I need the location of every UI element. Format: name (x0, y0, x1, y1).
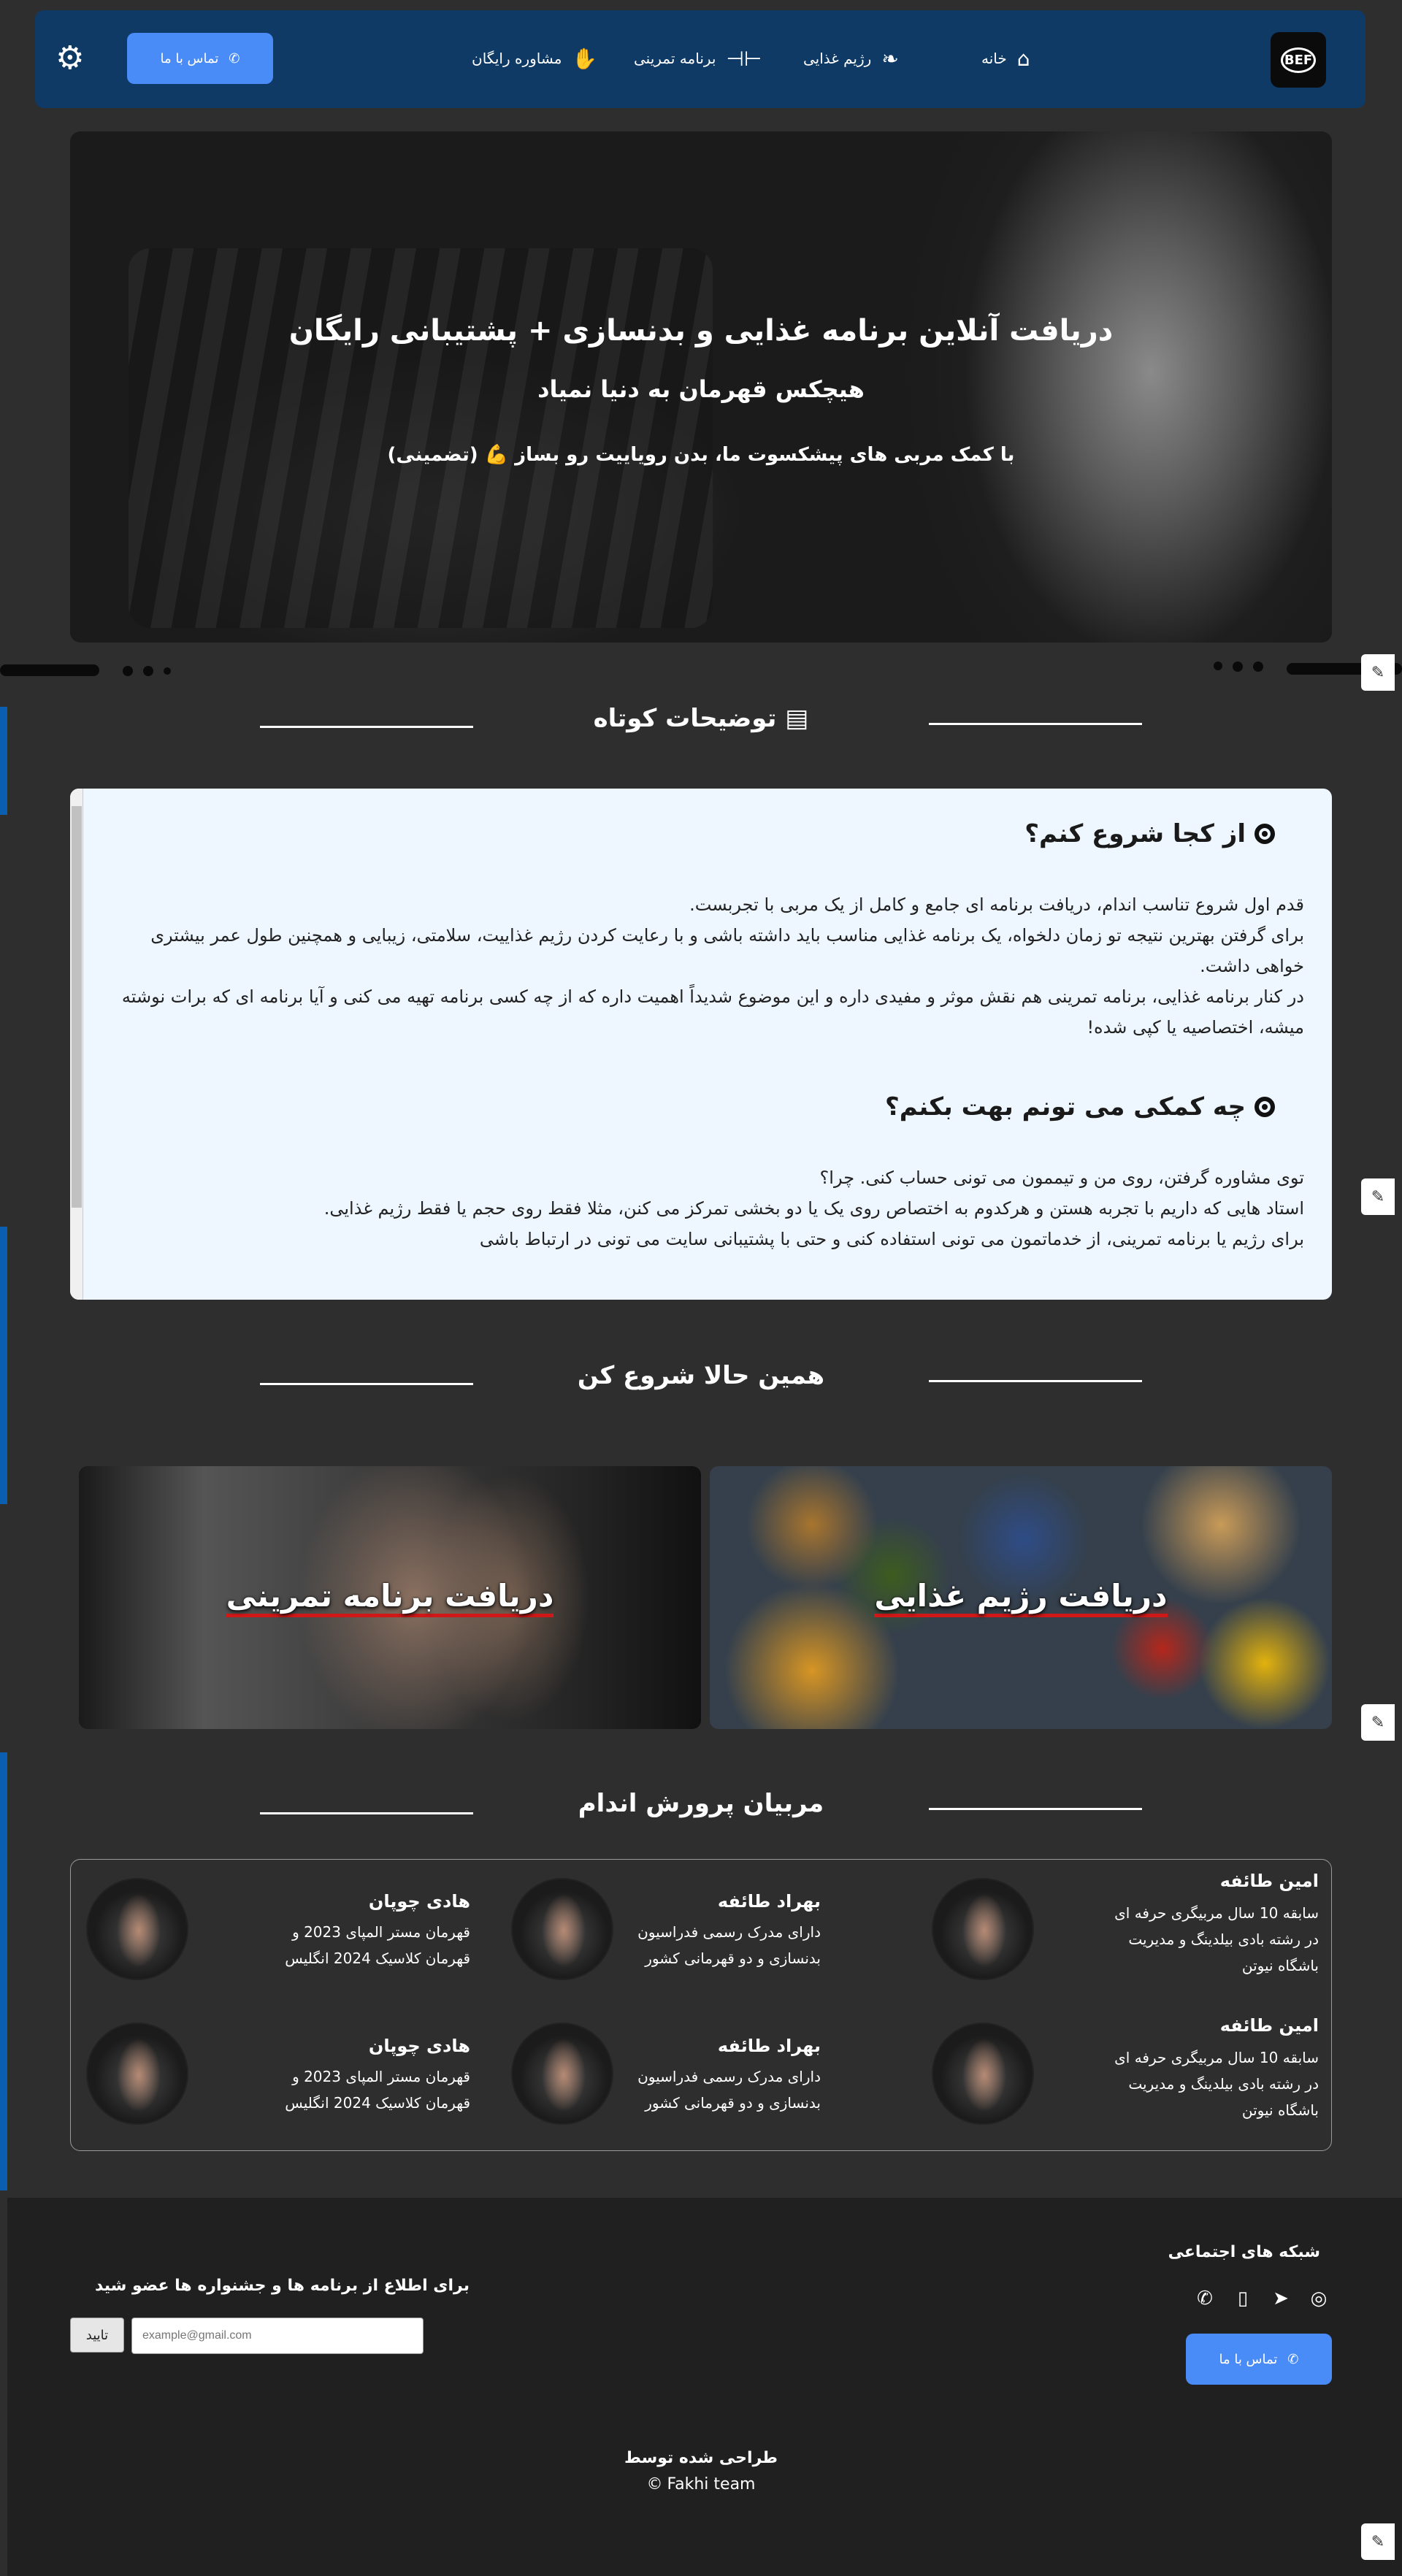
slider-progress-left (0, 664, 99, 676)
diet-plan-card[interactable]: دریافت رژیم غذایی (710, 1466, 1332, 1729)
leaf-icon: ❧ (881, 46, 899, 71)
question-2-title: چه کمکی می تونم بهت بکنم؟ (885, 1092, 1275, 1122)
telegram-icon[interactable]: ➤ (1268, 2285, 1294, 2312)
question-2-body: توی مشاوره گرفتن، روی من و تیممون می تون… (99, 1162, 1304, 1254)
workout-plan-label: دریافت برنامه تمرینی (226, 1578, 554, 1617)
question-1-body: قدم اول شروع تناسب اندام، دریافت برنامه … (99, 889, 1304, 1043)
phone-icon: ✆ (1287, 2351, 1299, 2367)
dumbbell-icon: ⊣⊢ (726, 46, 762, 71)
designed-by: طراحی شده توسط (624, 2449, 778, 2467)
scrollbar-thumb[interactable] (72, 806, 82, 1208)
home-icon: ⌂ (1016, 46, 1030, 71)
slider-dot[interactable] (1214, 662, 1222, 670)
scrollbar[interactable] (70, 789, 83, 1300)
whatsapp-icon[interactable]: ✆ (1192, 2285, 1218, 2312)
side-tool-icon[interactable]: ✎ (1361, 1178, 1395, 1215)
trainer-avatar (932, 1878, 1034, 1980)
edge-accent (0, 707, 7, 815)
start-section-title: همین حالا شروع کن (577, 1361, 825, 1390)
hero-tagline: با کمک مربی های پیشکسوت ما، بدن رویاییت … (387, 444, 1015, 466)
hero-dumbbell-rack (129, 248, 713, 628)
phone-icon: ✆ (229, 50, 240, 66)
slider-dot[interactable] (1253, 662, 1263, 672)
paragraph: توی مشاوره گرفتن، روی من و تیممون می تون… (819, 1168, 1304, 1188)
slider-dot[interactable] (143, 666, 153, 676)
trainer-description: قهرمان مستر المپای 2023 و قهرمان کلاسیک … (285, 1923, 470, 1967)
question-2-text: چه کمکی می تونم بهت بکنم؟ (884, 1092, 1246, 1122)
newsletter-title: برای اطلاع از برنامه ها و جشنواره ها عضو… (95, 2277, 470, 2295)
workout-plan-card[interactable]: دریافت برنامه تمرینی (79, 1466, 701, 1729)
summary-section-title: ▤ توضیحات کوتاه (0, 704, 1402, 733)
question-1-text: از کجا شروع کنم؟ (1024, 819, 1246, 848)
instagram-icon[interactable]: ◎ (1306, 2285, 1332, 2312)
diet-plan-label: دریافت رژیم غذایی (874, 1578, 1168, 1617)
handshake-icon: ✋ (572, 46, 598, 71)
trainer-description: قهرمان مستر المپای 2023 و قهرمان کلاسیک … (285, 2068, 470, 2112)
social-title: شبکه های اجتماعی (1168, 2243, 1320, 2261)
newspaper-icon: ▤ (785, 704, 809, 733)
slider-dot[interactable] (123, 666, 133, 676)
trainer-description: سابقه 10 سال مربیگری حرفه ای در رشته باد… (1114, 1904, 1319, 1974)
trainer-name: هادی چوپان (368, 2036, 470, 2056)
trainer-avatar (932, 2023, 1034, 2125)
credit: © Fakhi team (0, 2475, 1402, 2493)
nav-item-workout[interactable]: ⊣⊢ برنامه تمرینی (634, 44, 762, 73)
phone-icon[interactable]: ▯ (1230, 2285, 1256, 2312)
submit-button[interactable]: تایید (70, 2318, 124, 2353)
trainer-name: بهراد طائفه (717, 1891, 821, 1912)
trainer-avatar (86, 1878, 188, 1980)
social-icons: ◎ ➤ ▯ ✆ (1192, 2285, 1332, 2312)
bullet-icon (1254, 824, 1275, 844)
trainer-avatar (86, 2023, 188, 2125)
footer-contact-button[interactable]: ✆ تماس با ما (1186, 2334, 1332, 2385)
nav-item-consult[interactable]: ✋ مشاوره رایگان (472, 44, 597, 73)
trainer-description: سابقه 10 سال مربیگری حرفه ای در رشته باد… (1114, 2049, 1319, 2119)
trainer-name: امین طائفه (1219, 1871, 1319, 1891)
contact-button-label: تماس با ما (1219, 2351, 1278, 2367)
trainer-name: هادی چوپان (368, 1891, 470, 1912)
side-tool-icon[interactable]: ✎ (1361, 654, 1395, 691)
side-tool-icon[interactable]: ✎ (1361, 1704, 1395, 1741)
hero-title: دریافت آنلاین برنامه غذایی و بدنسازی + پ… (288, 314, 1114, 348)
edge-accent (0, 1227, 7, 1504)
slider-dot[interactable] (1233, 662, 1243, 672)
summary-box[interactable]: از کجا شروع کنم؟ قدم اول شروع تناسب اندا… (70, 789, 1332, 1300)
nav-item-diet[interactable]: ❧ رژیم غذایی (803, 44, 899, 73)
settings-gear-icon[interactable]: ⚙ (55, 39, 84, 77)
paragraph: استاد هایی که داریم با تجربه هستن و هرکد… (323, 1198, 1304, 1219)
hero-subtitle: هیچکس قهرمان به دنیا نمیاد (537, 375, 865, 403)
nav-item-label: خانه (981, 50, 1007, 67)
nav-item-label: رژیم غذایی (803, 50, 872, 67)
slider-dot[interactable] (164, 667, 171, 675)
logo-text: BEF (1280, 47, 1317, 73)
nav-item-label: مشاوره رایگان (472, 50, 562, 67)
nav-item-home[interactable]: ⌂ خانه (981, 44, 1030, 73)
trainer-description: دارای مدرک رسمی فدراسیون بدنسازی و دو قه… (637, 1923, 821, 1967)
paragraph: قدم اول شروع تناسب اندام، دریافت برنامه … (689, 894, 1304, 915)
trainer-description: دارای مدرک رسمی فدراسیون بدنسازی و دو قه… (637, 2068, 821, 2112)
email-input[interactable] (131, 2318, 424, 2354)
question-1-title: از کجا شروع کنم؟ (1024, 819, 1275, 848)
contact-button-label: تماس با ما (160, 50, 219, 66)
summary-title-text: توضیحات کوتاه (593, 704, 777, 733)
trainers-section-title: مربیان پرورش اندام (578, 1789, 824, 1818)
contact-button[interactable]: ✆ تماس با ما (127, 33, 273, 84)
bullet-icon (1254, 1097, 1275, 1117)
copyright-icon: © (646, 2475, 663, 2493)
edge-accent (0, 1752, 7, 2190)
paragraph: در کنار برنامه غذایی، برنامه تمرینی هم ن… (121, 986, 1304, 1038)
site-logo[interactable]: BEF (1271, 32, 1326, 88)
credit-text: Fakhi team (667, 2475, 756, 2493)
nav-item-label: برنامه تمرینی (634, 50, 716, 67)
trainer-name: امین طائفه (1219, 2015, 1319, 2036)
paragraph: برای گرفتن بهترین نتیجه تو زمان دلخواه، … (150, 925, 1304, 976)
trainer-name: بهراد طائفه (717, 2036, 821, 2056)
side-tool-icon[interactable]: ✎ (1361, 2523, 1395, 2560)
paragraph: برای رژیم یا برنامه تمرینی، از خدماتمون … (479, 1229, 1304, 1249)
